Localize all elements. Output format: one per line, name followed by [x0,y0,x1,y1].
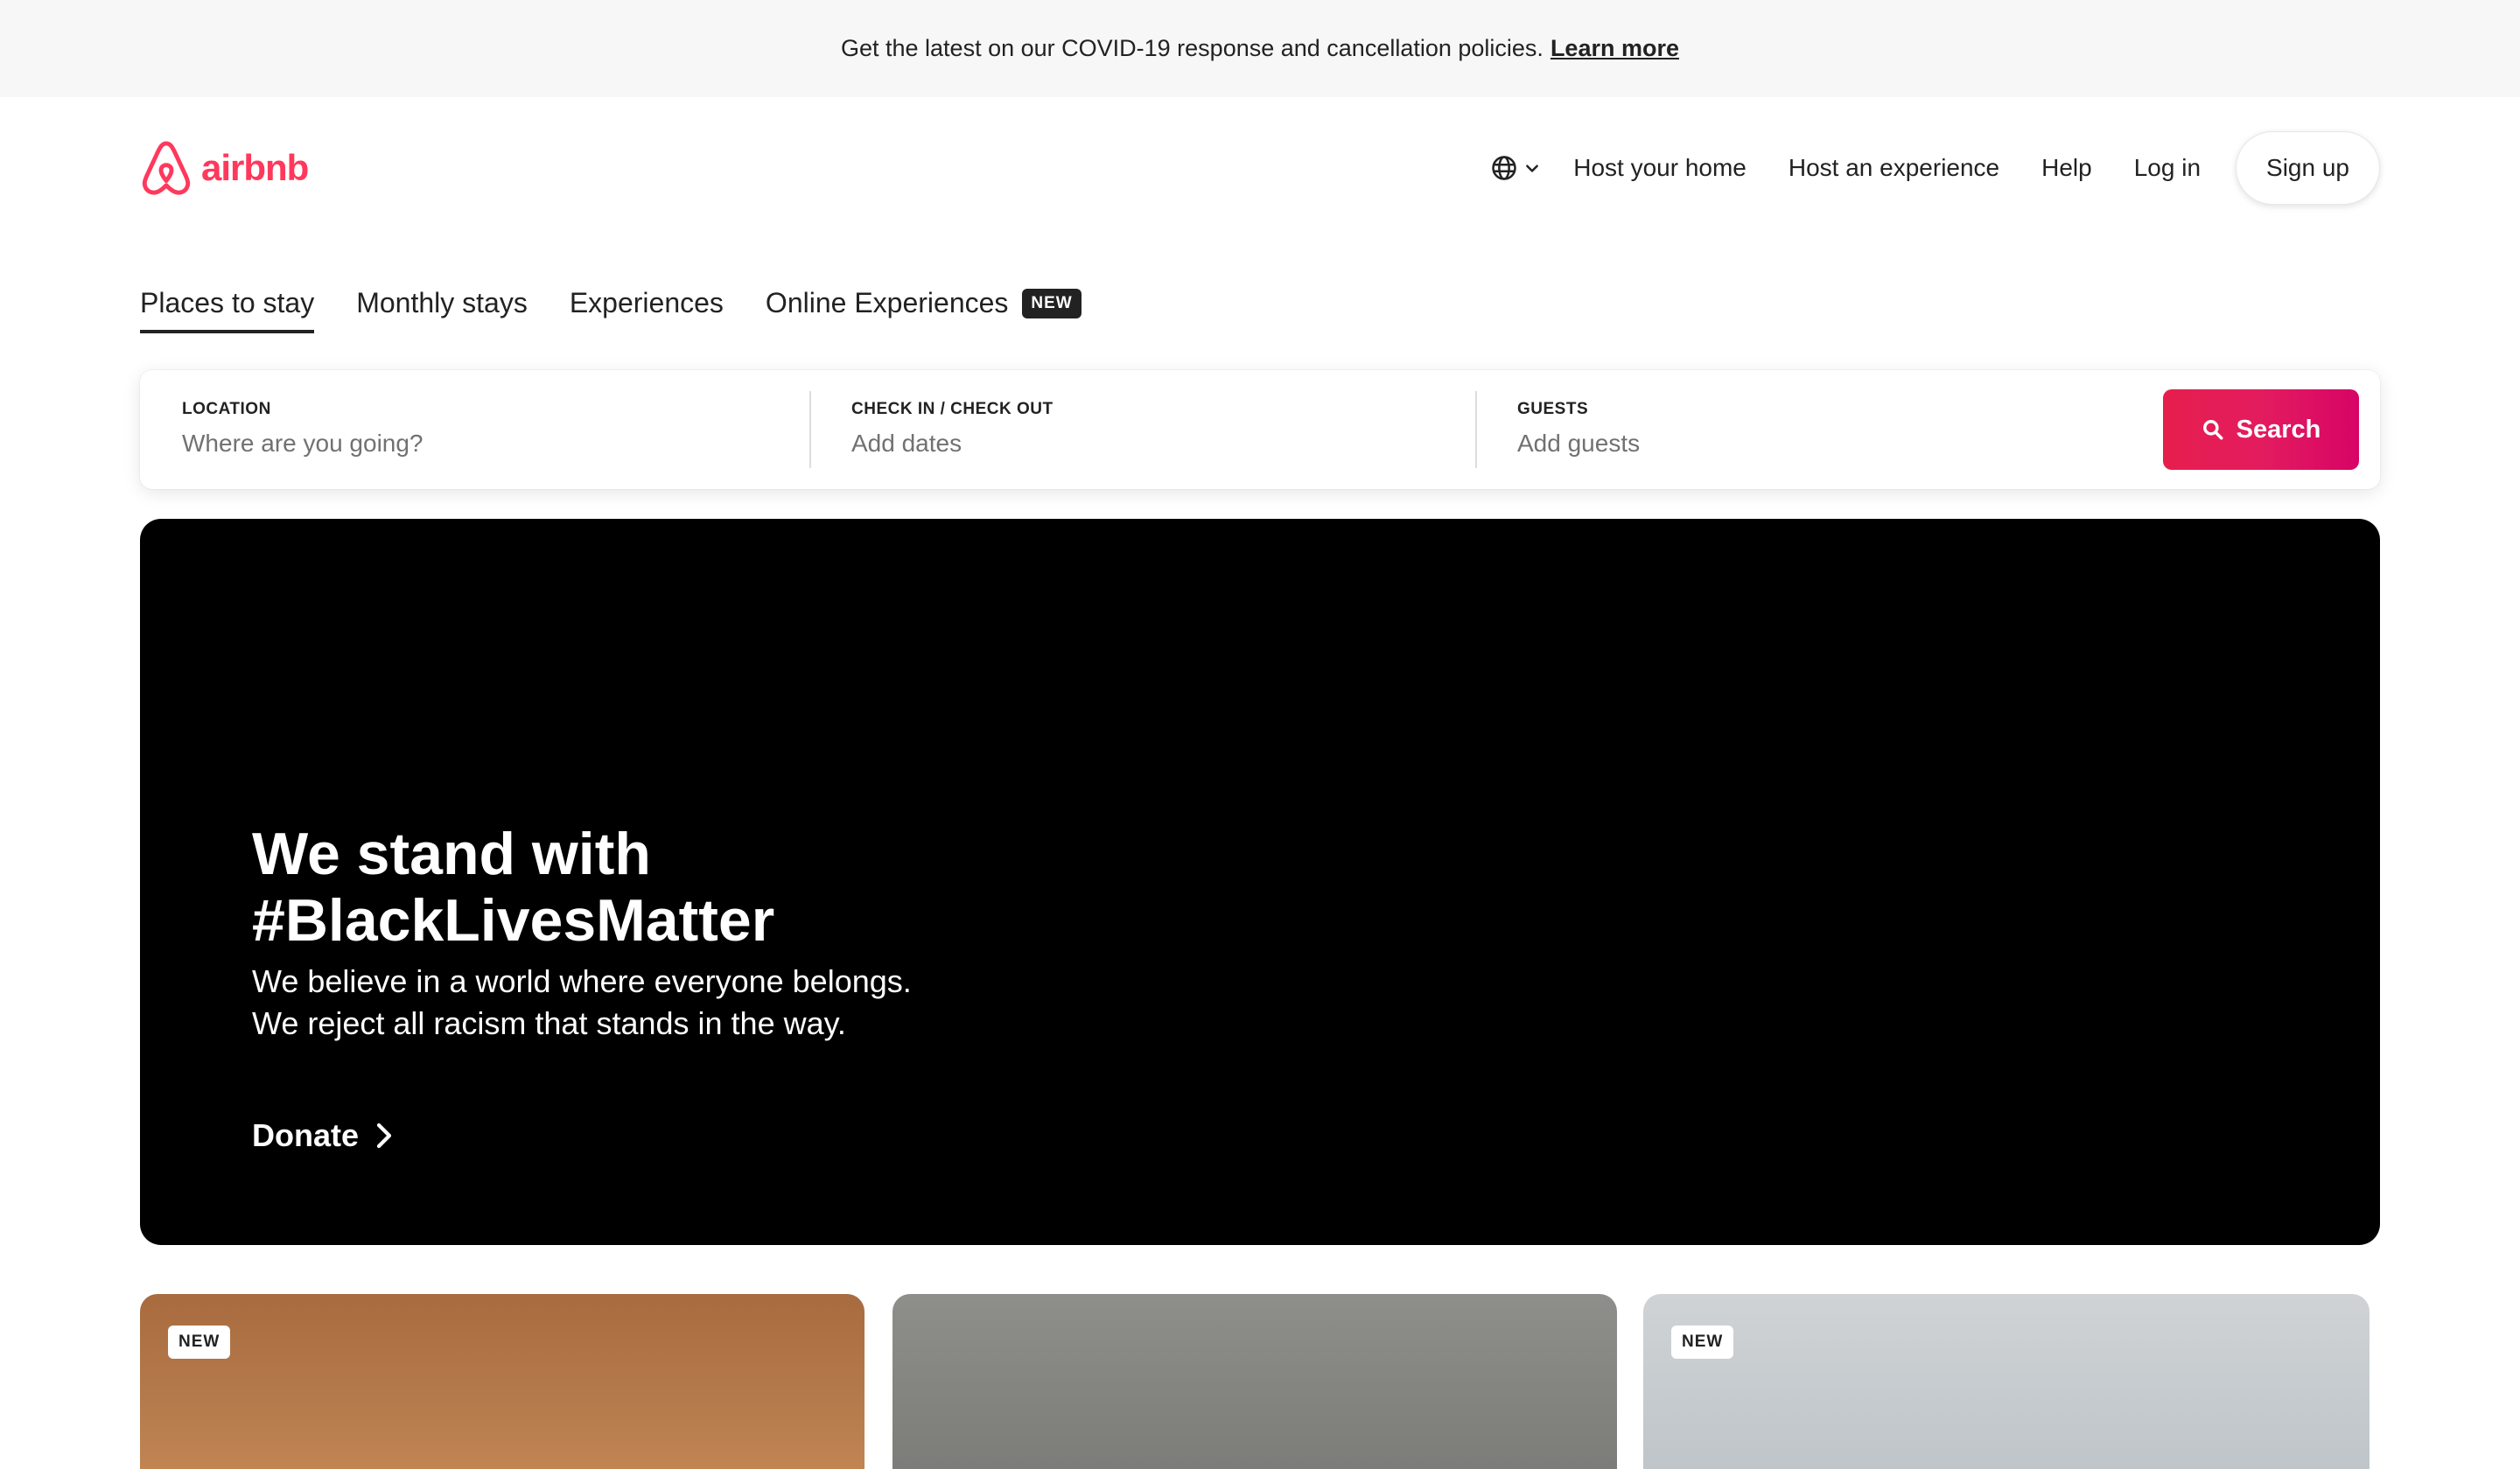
chevron-right-icon [376,1123,392,1149]
covid-banner: Get the latest on our COVID-19 response … [0,0,2520,97]
tab-label: Online Experiences [765,287,1009,318]
tab-online-experiences[interactable]: Online Experiences NEW [766,287,1082,330]
tab-monthly-stays[interactable]: Monthly stays [356,287,528,330]
new-badge: NEW [1671,1326,1734,1359]
guests-field[interactable]: GUESTS Add guests [1517,370,2130,489]
donate-link[interactable]: Donate [252,1117,394,1154]
feature-card[interactable] [892,1294,1617,1469]
hero-title: We stand with #BlackLivesMatter [252,821,1040,954]
hero-title-line1: We stand with [252,821,651,887]
new-badge: NEW [168,1326,231,1359]
guests-input[interactable]: Add guests [1517,430,2130,458]
tab-label: Experiences [569,287,724,318]
site-header: airbnb Host your home Host an experience… [140,131,2380,205]
field-divider [809,391,811,468]
airbnb-logo[interactable]: airbnb [140,136,309,199]
tab-experiences[interactable]: Experiences [570,287,724,330]
feature-card[interactable]: NEW [140,1294,864,1469]
language-selector[interactable] [1482,143,1549,192]
login-link[interactable]: Log in [2134,154,2201,182]
hero-banner: We stand with #BlackLivesMatter We belie… [140,519,2380,1245]
globe-icon [1492,156,1516,180]
feature-card[interactable]: NEW [1643,1294,2370,1469]
learn-more-link[interactable]: Learn more [1550,35,1679,62]
help-link[interactable]: Help [2041,154,2092,182]
search-tabs: Places to stay Monthly stays Experiences… [140,287,1124,339]
hero-title-line2: #BlackLivesMatter [252,887,775,954]
header-nav: Host your home Host an experience Help L… [1482,131,2380,205]
chevron-down-icon [1526,164,1539,172]
tab-label: Monthly stays [356,287,528,318]
logo-wordmark: airbnb [201,147,309,188]
field-divider [1475,391,1477,468]
dates-input[interactable]: Add dates [851,430,1464,458]
hero-body: We believe in a world where everyone bel… [252,963,912,1041]
signup-button[interactable]: Sign up [2236,131,2380,205]
search-button[interactable]: Search [2163,389,2359,470]
dates-label: CHECK IN / CHECK OUT [851,400,1054,418]
host-an-experience-link[interactable]: Host an experience [1788,154,1999,182]
tab-places-to-stay[interactable]: Places to stay [140,287,315,333]
new-badge: NEW [1022,288,1082,318]
host-your-home-link[interactable]: Host your home [1573,154,1746,182]
dates-field[interactable]: CHECK IN / CHECK OUT Add dates [851,370,1464,489]
search-button-label: Search [2236,415,2321,444]
guests-label: GUESTS [1517,400,1589,418]
airbnb-logo-icon [142,141,191,195]
search-bar: LOCATION Where are you going? CHECK IN /… [140,370,2380,489]
location-field[interactable]: LOCATION Where are you going? [182,370,794,489]
search-icon [2202,420,2223,440]
tab-label: Places to stay [140,287,315,318]
location-input[interactable]: Where are you going? [182,430,794,458]
donate-label: Donate [252,1117,360,1153]
banner-message: Get the latest on our COVID-19 response … [840,35,1544,61]
location-label: LOCATION [182,400,271,418]
